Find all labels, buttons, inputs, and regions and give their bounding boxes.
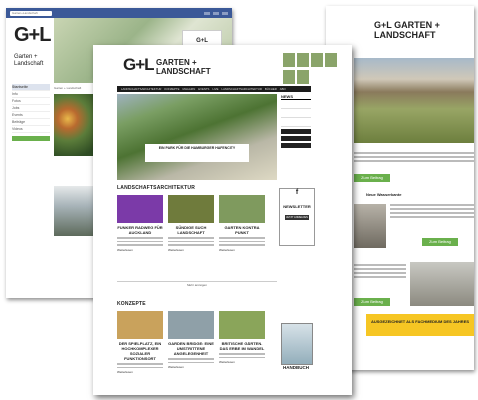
- facebook-icon[interactable]: f: [280, 189, 314, 196]
- card-title[interactable]: GARDEN BRIDGE: EINE UMSTRITTENE ANGELEGE…: [168, 341, 214, 356]
- card-read-more[interactable]: Weiterlesen: [168, 365, 214, 369]
- news-item[interactable]: [281, 129, 311, 134]
- card-image[interactable]: [168, 311, 214, 339]
- load-more[interactable]: Mehr anzeigen: [117, 281, 277, 288]
- newsletter-logo: G+L GARTEN + LANDSCHAFT: [374, 20, 440, 40]
- nav-item[interactable]: KONZEPTE: [164, 86, 179, 92]
- article-card[interactable]: BRITISCHE GÄRTEN. DAS ERBE IM WANDEL Wei…: [219, 311, 265, 364]
- article-image: [410, 262, 474, 306]
- newsletter-box: f NEWSLETTER JETZT ANMELDEN: [279, 188, 315, 246]
- sidebar-item[interactable]: Startseite: [12, 84, 50, 91]
- article-card[interactable]: FUNKER RADWEG FÜR AUCKLAND Weiterlesen: [117, 195, 163, 252]
- card-text: [168, 358, 214, 363]
- news-item[interactable]: [281, 100, 311, 109]
- article-card[interactable]: GARDEN BRIDGE: EINE UMSTRITTENE ANGELEGE…: [168, 311, 214, 369]
- card-text: [117, 363, 163, 368]
- award-banner: AUSGEZEICHNET ALS FACHMEDIUM DES JAHRES: [366, 314, 474, 336]
- section-heading: KONZEPTE: [117, 301, 146, 307]
- article-image: [354, 204, 386, 248]
- card-read-more[interactable]: Weiterlesen: [219, 360, 265, 364]
- card-read-more[interactable]: Weiterlesen: [117, 248, 163, 252]
- card-image[interactable]: [219, 195, 265, 223]
- sidebar-item[interactable]: Videos: [12, 126, 50, 133]
- nav-item[interactable]: ABO: [280, 86, 286, 92]
- card-text: [168, 237, 214, 246]
- article-headline: Neue Wasserkante: [366, 192, 402, 197]
- newsletter-signup-button[interactable]: JETZT ANMELDEN: [285, 215, 309, 220]
- read-more-button[interactable]: Zum Beitrag: [354, 174, 390, 182]
- site-title: GARTEN + LANDSCHAFT: [156, 58, 211, 76]
- page-logo: G+L: [14, 24, 51, 46]
- sidebar-item[interactable]: Beiträge: [12, 119, 50, 126]
- card-text: [219, 237, 265, 246]
- section-heading: LANDSCHAFTSARCHITEKTUR: [117, 185, 196, 191]
- hero-caption[interactable]: EIN PARK FÜR DIE HAMBURGER HAFENCITY: [145, 144, 249, 162]
- site-title-line: GARTEN +: [156, 58, 197, 67]
- card-text: [117, 237, 163, 246]
- page-name: Garten + Landschaft: [14, 54, 44, 67]
- handbook-cover[interactable]: [281, 323, 313, 365]
- article-card[interactable]: GARTEN KONTRA PUNKT Weiterlesen: [219, 195, 265, 252]
- card-title[interactable]: SÜNDIGE SUCH LANDSCHAFT: [168, 225, 214, 235]
- top-bar: Garten+Landschaft: [6, 8, 232, 18]
- card-title[interactable]: BRITISCHE GÄRTEN. DAS ERBE IM WANDEL: [219, 341, 265, 351]
- nav-item[interactable]: EVENTS: [198, 86, 209, 92]
- card-text: [219, 353, 265, 358]
- card-title[interactable]: GARTEN KONTRA PUNKT: [219, 225, 265, 235]
- news-item[interactable]: [281, 136, 311, 141]
- news-item[interactable]: [281, 118, 311, 127]
- text-block: [354, 150, 474, 164]
- main-nav: LANDSCHAFTSARCHITEKTUR KONZEPTE MAGAZIN …: [117, 86, 311, 92]
- card-read-more[interactable]: Weiterlesen: [117, 370, 163, 374]
- read-more-button[interactable]: Zum Beitrag: [422, 238, 458, 246]
- nav-item[interactable]: MAGAZIN: [182, 86, 195, 92]
- card-image[interactable]: [117, 311, 163, 339]
- article-card[interactable]: DER SPIELPLATZ, EIN HOCHKOMPLEXER SOZIAL…: [117, 311, 163, 374]
- text-block: [390, 202, 474, 220]
- card-image[interactable]: [168, 195, 214, 223]
- news-sidebar: NEWS: [281, 94, 311, 148]
- read-more-button[interactable]: Zum Beitrag: [354, 298, 390, 306]
- card-read-more[interactable]: Weiterlesen: [168, 248, 214, 252]
- article-card[interactable]: SÜNDIGE SUCH LANDSCHAFT Weiterlesen: [168, 195, 214, 252]
- card-image[interactable]: [117, 195, 163, 223]
- sidebar-item[interactable]: Info: [12, 91, 50, 98]
- nav-item[interactable]: LANDSCHAFTSARCHITEKTUR: [222, 86, 262, 92]
- site-logo[interactable]: G+L: [123, 55, 155, 75]
- card-image[interactable]: [219, 311, 265, 339]
- site-title-line: LANDSCHAFT: [156, 67, 211, 76]
- top-bar-icons: [204, 11, 228, 15]
- newsletter-title: NEWSLETTER: [283, 204, 311, 209]
- handbook-label[interactable]: HANDBUCH: [279, 365, 313, 370]
- sidebar-action-button[interactable]: [12, 136, 50, 141]
- search-input[interactable]: Garten+Landschaft: [10, 10, 52, 16]
- sidebar: Startseite Info Fotos Jobs Events Beiträ…: [12, 84, 50, 141]
- card-read-more[interactable]: Weiterlesen: [219, 248, 265, 252]
- card-title[interactable]: FUNKER RADWEG FÜR AUCKLAND: [117, 225, 163, 235]
- magazine-website-screenshot: G+L GARTEN + LANDSCHAFT LANDSCHAFTSARCHI…: [93, 45, 352, 395]
- newsletter-hero-image: [354, 58, 474, 143]
- hero-image[interactable]: [117, 94, 277, 180]
- nav-item[interactable]: LANDSCHAFTSARCHITEKTUR: [121, 86, 161, 92]
- news-item[interactable]: [281, 143, 311, 148]
- header-thumbnails: [283, 53, 339, 85]
- nav-item[interactable]: BÜCHER: [265, 86, 277, 92]
- news-item[interactable]: [281, 109, 311, 118]
- sidebar-item[interactable]: Fotos: [12, 98, 50, 105]
- card-title[interactable]: DER SPIELPLATZ, EIN HOCHKOMPLEXER SOZIAL…: [117, 341, 163, 361]
- sidebar-item[interactable]: Jobs: [12, 105, 50, 112]
- text-block: [354, 262, 406, 280]
- sidebar-item[interactable]: Events: [12, 112, 50, 119]
- nav-item[interactable]: LIVE: [212, 86, 218, 92]
